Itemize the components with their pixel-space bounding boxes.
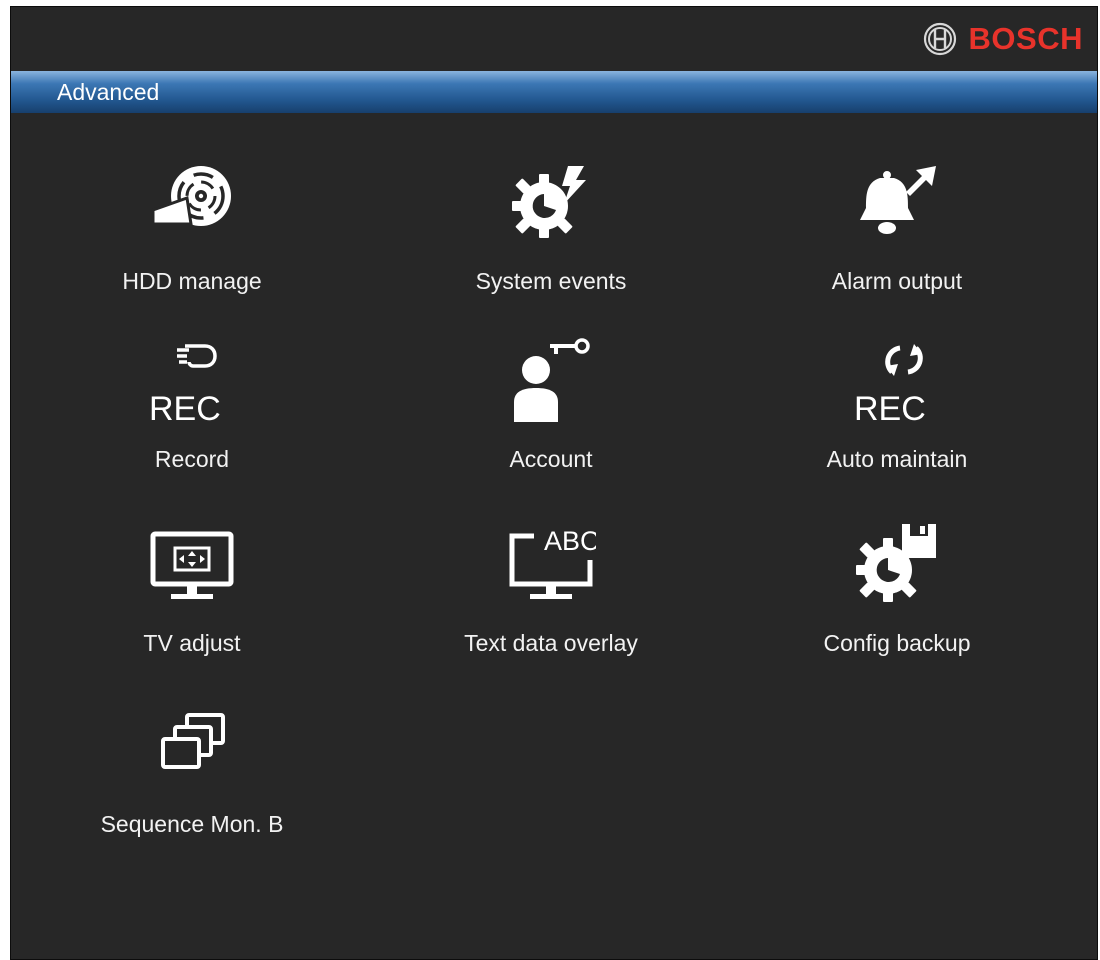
dvr-screen: BOSCH Advanced HDD manage System events … [10,6,1098,960]
menu-item-account[interactable]: Account [401,291,701,472]
menu-item-record[interactable]: REC Record [42,291,342,472]
menu-item-config-backup[interactable]: Config backup [747,475,1047,656]
menu-item-label: Text data overlay [464,630,638,656]
bell-arrow-icon [852,158,942,248]
menu-item-hdd-manage[interactable]: HDD manage [42,113,342,294]
menu-item-text-data-overlay[interactable]: ABC Text data overlay [401,475,701,656]
hdd-disk-icon [147,158,237,248]
monitor-arrows-icon [147,520,237,610]
svg-text:ABC: ABC [544,526,596,556]
brand-name: BOSCH [968,21,1083,56]
refresh-rec-icon: REC [852,336,942,426]
page-title: Advanced [57,79,160,105]
menu-item-auto-maintain[interactable]: REC Auto maintain [747,291,1047,472]
menu-item-label: TV adjust [143,630,241,656]
menu-item-system-events[interactable]: System events [401,113,701,294]
menu-item-label: Record [154,446,230,472]
menu-item-tv-adjust[interactable]: TV adjust [42,475,342,656]
gear-lightning-icon [506,158,596,248]
menu-item-alarm-output[interactable]: Alarm output [747,113,1047,294]
user-key-icon [506,336,596,426]
menu-item-label: Sequence Mon. B [100,811,284,837]
brand-bar: BOSCH [11,7,1097,71]
hand-pointer-rec-icon: REC [147,336,237,426]
brand: BOSCH [923,21,1083,57]
stacked-windows-icon [147,701,237,791]
title-bar: Advanced [11,71,1097,113]
menu-item-label: Auto maintain [826,446,968,472]
svg-text:REC: REC [854,390,926,426]
gear-floppy-icon [852,520,942,610]
menu-item-sequence-mon-b[interactable]: Sequence Mon. B [42,656,342,837]
monitor-abc-icon: ABC [506,520,596,610]
menu-item-label: Account [509,446,593,472]
menu-item-label: Config backup [823,630,971,656]
bosch-armature-icon [923,22,956,56]
svg-text:REC: REC [149,390,221,426]
